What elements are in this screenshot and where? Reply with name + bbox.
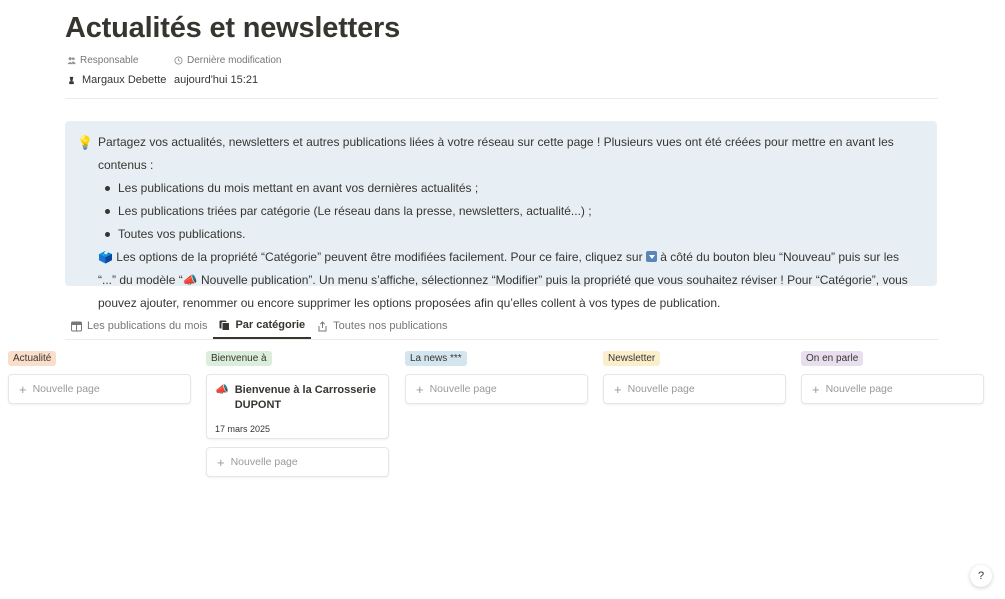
lightbulb-icon: 💡 [77, 135, 94, 150]
avatar-icon [69, 76, 74, 84]
ballot-box-icon: 🗳️ [98, 250, 113, 264]
board-column-la-news: La news *** + Nouvelle page [405, 350, 588, 404]
share-icon [318, 320, 327, 331]
board-column-newsletter: Newsletter + Nouvelle page [603, 350, 786, 404]
card-title: Bienvenue à la Carrosserie DUPONT [234, 384, 376, 411]
plus-icon: + [416, 381, 424, 397]
column-tag[interactable]: Actualité [8, 350, 57, 366]
new-page-button[interactable]: + Nouvelle page [603, 374, 786, 404]
modified-value: aujourd'hui 15:21 [174, 74, 259, 86]
plus-icon: + [217, 454, 225, 470]
list-item: Les publications du mois mettant en avan… [103, 177, 917, 200]
list-item: Les publications triées par catégorie (L… [103, 200, 917, 223]
column-tag[interactable]: La news *** [405, 350, 467, 366]
view-tabs: Les publications du mois Par catégorie T… [65, 313, 454, 339]
callout-intro: Partagez vos actualités, newsletters et … [98, 135, 894, 172]
people-icon [67, 57, 76, 65]
new-page-button[interactable]: + Nouvelle page [405, 374, 588, 404]
tab-toutes-nos-publications[interactable]: Toutes nos publications [311, 313, 453, 339]
dropdown-arrow-icon [645, 251, 657, 262]
callout-note: 🗳️ Les options de la propriété “Catégori… [98, 250, 908, 310]
tabs-divider [65, 339, 938, 340]
card-date: 17 mars 2025 [215, 424, 271, 434]
divider [65, 98, 938, 99]
page-title: Actualités et newsletters [65, 12, 401, 44]
modified-property-label[interactable]: Dernière modification [174, 55, 282, 66]
megaphone-icon: 📣 [182, 273, 198, 287]
plus-icon: + [19, 381, 27, 397]
owner-property-label[interactable]: Responsable [67, 55, 174, 66]
list-item: Toutes vos publications. [103, 223, 917, 246]
column-tag[interactable]: On en parle [801, 350, 864, 366]
table-icon [71, 321, 82, 331]
new-page-button[interactable]: + Nouvelle page [801, 374, 984, 404]
properties: Responsable Dernière modification Margau… [67, 55, 282, 86]
board-column-actualite: Actualité + Nouvelle page [8, 350, 191, 404]
new-page-button[interactable]: + Nouvelle page [8, 374, 191, 404]
info-callout: 💡 Partagez vos actualités, newsletters e… [65, 121, 937, 310]
plus-icon: + [614, 381, 622, 397]
help-icon: ? [977, 570, 985, 582]
help-button[interactable]: ? [970, 565, 992, 587]
board-icon [219, 320, 231, 331]
board-card[interactable]: 📣 Bienvenue à la Carrosserie DUPONT 17 ma… [206, 374, 389, 439]
clock-icon [174, 56, 183, 65]
tab-par-categorie[interactable]: Par catégorie [213, 313, 312, 339]
column-tag[interactable]: Newsletter [603, 350, 661, 366]
board-column-on-en-parle: On en parle + Nouvelle page [801, 350, 984, 404]
column-tag[interactable]: Bienvenue à [206, 350, 272, 366]
new-page-button[interactable]: + Nouvelle page [206, 447, 389, 477]
plus-icon: + [812, 381, 820, 397]
megaphone-icon: 📣 [215, 384, 229, 396]
callout-list: Les publications du mois mettant en avan… [98, 177, 917, 246]
tab-publications-du-mois[interactable]: Les publications du mois [65, 313, 213, 339]
owner-value[interactable]: Margaux Debette [67, 74, 174, 86]
board-column-bienvenue: Bienvenue à 📣 Bienvenue à la Carrosserie … [206, 350, 389, 477]
